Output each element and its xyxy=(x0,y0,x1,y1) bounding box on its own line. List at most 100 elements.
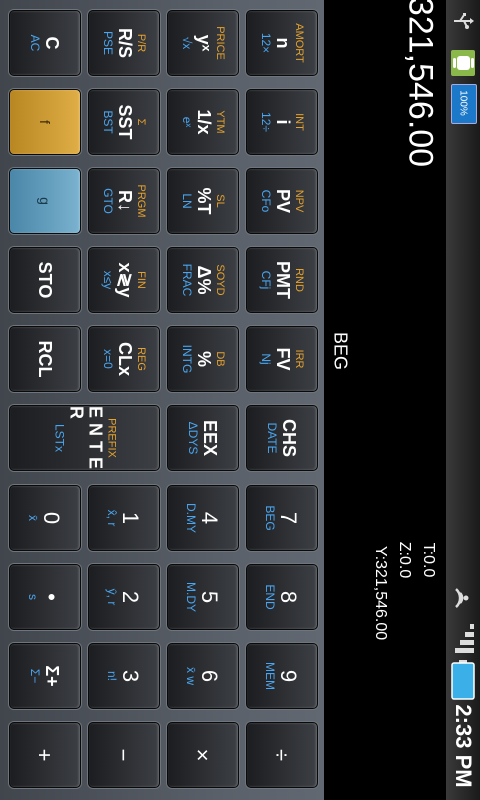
key-pmt-gold-label: RND xyxy=(293,268,305,292)
key-chs-label: CHS xyxy=(279,418,299,457)
keypad: AMORT n 12× INT i 12÷ NPV PV CFo RND PMT CFj IRR FV Nj… xyxy=(0,0,324,800)
key-7[interactable]: 7 BEG xyxy=(246,485,318,551)
key-xy-label: x≷y xyxy=(115,262,135,298)
key-rs[interactable]: P/R R/S PSE xyxy=(88,10,160,76)
key-dot-label: • xyxy=(39,593,64,601)
key-rcl[interactable]: RCL xyxy=(9,326,81,392)
key-pmt[interactable]: RND PMT CFj xyxy=(246,247,318,313)
key-pctT[interactable]: SL %T LN xyxy=(167,168,239,234)
key-pv[interactable]: NPV PV CFo xyxy=(246,168,318,234)
battery-icon xyxy=(451,660,475,700)
key-4[interactable]: 4 D.MY xyxy=(167,485,239,551)
key-9-blue-label: MEM xyxy=(263,662,277,690)
key-clx-blue-label: x=0 xyxy=(101,349,115,369)
key-splus-label: Σ+ xyxy=(42,665,62,687)
key-sst-gold-label: Σ xyxy=(135,118,147,126)
key-5[interactable]: 5 M.DY xyxy=(167,564,239,630)
key-clx-gold-label: REG xyxy=(135,347,147,371)
key-yx-blue-label: √x xyxy=(180,36,194,50)
key-yx[interactable]: PRICE yˣ √x xyxy=(167,10,239,76)
key-dot-blue-label: s xyxy=(26,594,40,600)
key-1[interactable]: 1 x̂, r xyxy=(88,485,160,551)
key-pv-label: PV xyxy=(273,188,293,213)
key-on-label: C xyxy=(42,36,62,50)
stack-t: T:0.0 xyxy=(420,542,437,578)
key-fv[interactable]: IRR FV Nj xyxy=(246,326,318,392)
key-0[interactable]: 0 x̄ xyxy=(9,485,81,551)
key-add-label: + xyxy=(32,748,58,762)
key-div[interactable]: ÷ xyxy=(246,722,318,788)
key-4-blue-label: D.MY xyxy=(184,503,198,533)
key-8-blue-label: END xyxy=(263,584,277,610)
key-rdn[interactable]: PRGM R↓ GTO xyxy=(88,168,160,234)
key-n[interactable]: AMORT n 12× xyxy=(246,10,318,76)
key-enter[interactable]: PREFIX E N T E R LSTx xyxy=(9,405,160,471)
key-eex-blue-label: ΔDYS xyxy=(186,421,200,455)
key-7-label: 7 xyxy=(276,511,301,525)
key-g-label: g xyxy=(37,197,54,205)
key-eex-label: EEX xyxy=(200,419,220,457)
key-0-label: 0 xyxy=(39,511,64,525)
beg-indicator: BEG xyxy=(330,331,351,371)
key-f[interactable]: f xyxy=(9,89,81,155)
key-pct-blue-label: INTG xyxy=(180,344,194,374)
key-sst-blue-label: BST xyxy=(101,110,115,134)
key-pmt-blue-label: CFj xyxy=(259,270,273,290)
key-inv-gold-label: YTM xyxy=(214,110,226,134)
key-fv-blue-label: Nj xyxy=(259,353,273,365)
key-eex[interactable]: EEX ΔDYS xyxy=(167,405,239,471)
android-debug-icon xyxy=(451,50,475,76)
key-9[interactable]: 9 MEM xyxy=(246,643,318,709)
key-5-blue-label: M.DY xyxy=(184,582,198,612)
key-8[interactable]: 8 END xyxy=(246,564,318,630)
key-sto-label: STO xyxy=(35,261,56,299)
key-g[interactable]: g xyxy=(9,168,81,234)
key-dpct-blue-label: FRAC xyxy=(180,263,194,297)
key-i-gold-label: INT xyxy=(293,113,305,131)
key-inv[interactable]: YTM 1/x eˣ xyxy=(167,89,239,155)
key-rs-label: R/S xyxy=(115,27,135,58)
key-i[interactable]: INT i 12÷ xyxy=(246,89,318,155)
key-sst[interactable]: Σ SST BST xyxy=(88,89,160,155)
key-clx-label: CLx xyxy=(115,341,135,376)
key-clx[interactable]: REG CLx x=0 xyxy=(88,326,160,392)
key-2-label: 2 xyxy=(118,590,143,604)
key-inv-blue-label: eˣ xyxy=(180,116,194,128)
key-3[interactable]: 3 n! xyxy=(88,643,160,709)
key-rs-gold-label: P/R xyxy=(135,33,147,53)
key-sto[interactable]: STO xyxy=(9,247,81,313)
key-xy-gold-label: FIN xyxy=(135,271,147,289)
key-splus[interactable]: Σ+ Σ− xyxy=(9,643,81,709)
key-sub[interactable]: − xyxy=(88,722,160,788)
key-div-label: ÷ xyxy=(269,748,295,762)
key-sub-label: − xyxy=(111,748,137,762)
key-chs-blue-label: DATE xyxy=(265,422,279,454)
key-dpct[interactable]: SOYD Δ% FRAC xyxy=(167,247,239,313)
key-on-blue-label: AC xyxy=(28,34,42,52)
signal-icon xyxy=(455,624,474,653)
key-pct[interactable]: DB% INTG xyxy=(167,326,239,392)
key-mul[interactable]: × xyxy=(167,722,239,788)
wifi-icon xyxy=(455,588,469,608)
key-pmt-label: PMT xyxy=(273,261,293,299)
stack-y: Y:321,546.00 xyxy=(372,545,389,641)
key-add[interactable]: + xyxy=(9,722,81,788)
key-chs[interactable]: CHS DATE xyxy=(246,405,318,471)
key-6-blue-label: x̄ w xyxy=(184,667,198,685)
key-n-blue-label: 12× xyxy=(259,32,273,54)
key-2[interactable]: 2 ŷ, r xyxy=(88,564,160,630)
key-pv-blue-label: CFo xyxy=(259,189,273,213)
key-dot[interactable]: • s xyxy=(9,564,81,630)
calculator-display: 321,546.00 BEG T:0.0 Z:0.0 Y:321,546.00 xyxy=(324,0,446,800)
status-bar: 100% 2:33 PM xyxy=(446,0,480,800)
key-xy-blue-label: x≤y xyxy=(101,270,115,290)
key-yx-gold-label: PRICE xyxy=(214,26,226,60)
usb-icon xyxy=(454,13,474,29)
key-7-blue-label: BEG xyxy=(263,505,277,531)
key-xy[interactable]: FIN x≷y x≤y xyxy=(88,247,160,313)
key-6[interactable]: 6 x̄ w xyxy=(167,643,239,709)
key-on[interactable]: C AC xyxy=(9,10,81,76)
key-rdn-blue-label: GTO xyxy=(101,188,115,214)
key-rcl-label: RCL xyxy=(35,340,56,378)
key-inv-label: 1/x xyxy=(194,109,214,135)
